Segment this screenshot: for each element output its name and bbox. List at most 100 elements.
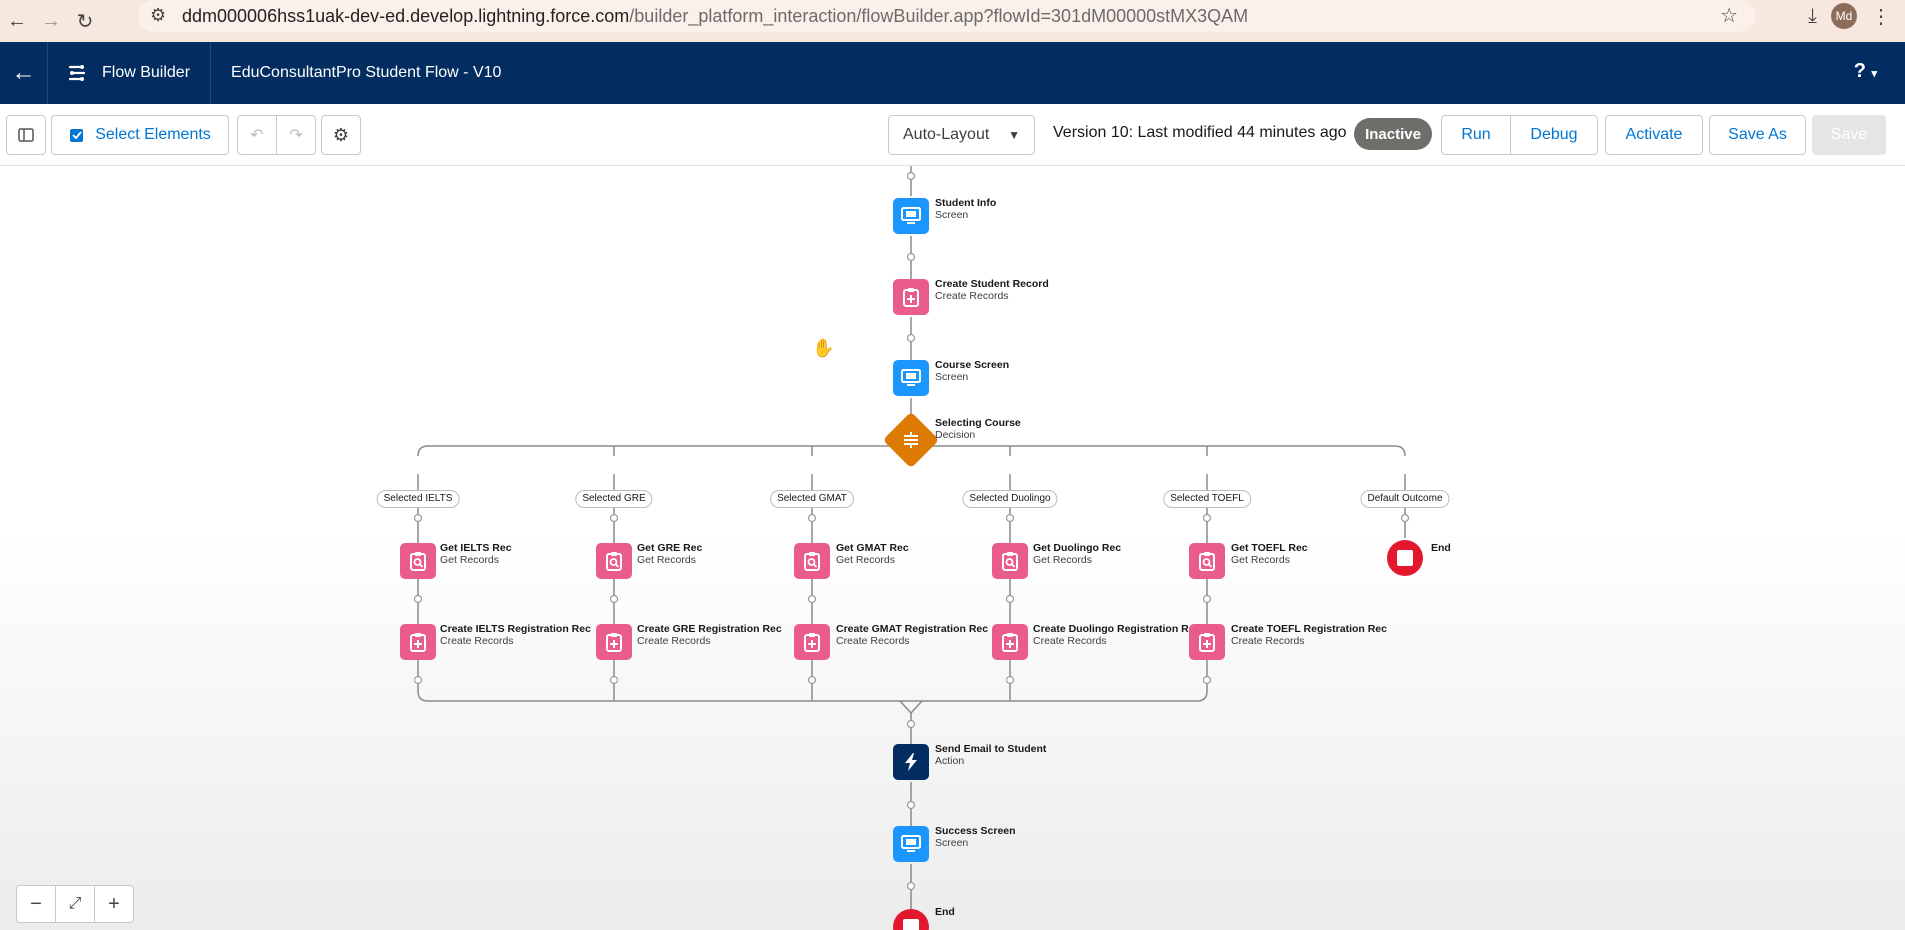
zoom-out-button[interactable]: − xyxy=(17,886,56,922)
gear-icon: ⚙ xyxy=(332,124,350,145)
fit-view-button[interactable]: ⤢ xyxy=(56,886,95,922)
site-settings-icon[interactable]: ⚙ xyxy=(150,5,166,26)
create-gmat-label: Create GMAT Registration Rec Create Recor… xyxy=(836,623,989,647)
debug-button[interactable]: Debug xyxy=(1510,115,1598,155)
get-gmat-label: Get GMAT Rec Get Records xyxy=(836,542,909,566)
toggle-panel-button[interactable] xyxy=(6,115,46,155)
create-toefl-label: Create TOEFL Registration Rec Create Reco… xyxy=(1231,623,1387,647)
select-elements-button[interactable]: Select Elements xyxy=(51,115,229,155)
create-duolingo-label: Create Duolingo Registration Rec Create R… xyxy=(1033,623,1201,647)
activate-label: Activate xyxy=(1625,126,1683,143)
send-email-node[interactable] xyxy=(893,744,929,780)
decision-icon xyxy=(904,432,918,448)
flow-canvas[interactable]: Student Info Screen Create Student Record… xyxy=(0,166,1905,930)
help-icon: ? xyxy=(1853,60,1866,82)
get-toefl-node[interactable] xyxy=(1189,543,1225,579)
outcome-toefl[interactable]: Selected TOEFL xyxy=(1163,490,1251,508)
default-end-label: End xyxy=(1431,542,1451,554)
outcome-gmat[interactable]: Selected GMAT xyxy=(770,490,854,508)
create-duolingo-node[interactable] xyxy=(992,624,1028,660)
create-student-record-node[interactable] xyxy=(893,279,929,315)
screen-icon xyxy=(901,207,921,224)
final-end-label: End xyxy=(935,906,955,918)
create-ielts-node[interactable] xyxy=(400,624,436,660)
get-records-icon xyxy=(606,552,622,571)
hand-cursor-icon: ✋ xyxy=(812,338,835,358)
zoom-in-button[interactable]: + xyxy=(95,886,133,922)
create-gmat-node[interactable] xyxy=(794,624,830,660)
create-toefl-node[interactable] xyxy=(1189,624,1225,660)
layout-value: Auto-Layout xyxy=(903,126,990,143)
toolbar: Select Elements ↶ ↷ ⚙ Auto-Layout ▼ Vers… xyxy=(0,104,1905,166)
save-button[interactable]: Save xyxy=(1812,115,1886,155)
save-label: Save xyxy=(1830,126,1868,143)
select-checkbox-icon xyxy=(70,129,84,142)
url-host: ddm000006hss1uak-dev-ed.develop.lightnin… xyxy=(182,5,630,26)
back-arrow-icon[interactable]: ← xyxy=(0,42,48,104)
student-info-node[interactable] xyxy=(893,198,929,234)
flow-builder-brand: Flow Builder xyxy=(48,42,212,104)
stop-icon xyxy=(903,919,919,930)
browser-bar: ← → ↻ ⚙ ddm000006hss1uak-dev-ed.develop.… xyxy=(0,0,1905,42)
save-as-label: Save As xyxy=(1728,126,1787,143)
flow-title: EduConsultantPro Student Flow - V10 xyxy=(231,64,502,81)
help-menu[interactable]: ? ▾ xyxy=(1854,60,1877,83)
create-records-icon xyxy=(410,633,426,652)
browser-forward-icon[interactable]: → xyxy=(34,4,68,38)
get-duolingo-node[interactable] xyxy=(992,543,1028,579)
get-records-icon xyxy=(804,552,820,571)
browser-reload-icon[interactable]: ↻ xyxy=(68,4,102,38)
redo-button[interactable]: ↷ xyxy=(276,115,316,155)
success-screen-label: Success Screen Screen xyxy=(935,825,1016,849)
create-gre-node[interactable] xyxy=(596,624,632,660)
get-gmat-node[interactable] xyxy=(794,543,830,579)
screen-icon xyxy=(901,835,921,852)
avatar[interactable]: Md xyxy=(1831,3,1857,29)
success-screen-node[interactable] xyxy=(893,826,929,862)
minus-icon: − xyxy=(30,892,42,915)
create-student-record-label: Create Student Record Create Records xyxy=(935,278,1049,302)
get-ielts-label: Get IELTS Rec Get Records xyxy=(440,542,512,566)
default-end-node[interactable] xyxy=(1387,540,1423,576)
download-icon[interactable]: ⤓ xyxy=(1808,5,1817,28)
browser-back-icon[interactable]: ← xyxy=(0,4,34,38)
app-header: ← Flow Builder EduConsultantPro Student … xyxy=(0,42,1905,104)
plus-icon: + xyxy=(108,892,120,915)
get-gre-node[interactable] xyxy=(596,543,632,579)
browser-menu-icon[interactable]: ⋮ xyxy=(1871,4,1891,29)
create-records-icon xyxy=(606,633,622,652)
get-gre-label: Get GRE Rec Get Records xyxy=(637,542,703,566)
undo-button[interactable]: ↶ xyxy=(237,115,277,155)
stop-icon xyxy=(1397,550,1413,566)
address-bar[interactable]: ⚙ ddm000006hss1uak-dev-ed.develop.lightn… xyxy=(138,0,1756,32)
run-button[interactable]: Run xyxy=(1441,115,1511,155)
activate-button[interactable]: Activate xyxy=(1605,115,1703,155)
outcome-ielts[interactable]: Selected IELTS xyxy=(376,490,460,508)
get-ielts-node[interactable] xyxy=(400,543,436,579)
create-records-icon xyxy=(1002,633,1018,652)
version-text: Version 10: Last modified 44 minutes ago xyxy=(1053,124,1347,141)
chevron-down-icon: ▼ xyxy=(1008,128,1020,142)
bookmark-star-icon[interactable]: ☆ xyxy=(1720,3,1738,28)
create-records-icon xyxy=(903,288,919,307)
undo-icon: ↶ xyxy=(250,127,264,144)
create-records-icon xyxy=(804,633,820,652)
layout-select[interactable]: Auto-Layout ▼ xyxy=(888,115,1035,155)
get-records-icon xyxy=(1199,552,1215,571)
send-email-label: Send Email to Student Action xyxy=(935,743,1047,767)
create-gre-label: Create GRE Registration Rec Create Record… xyxy=(637,623,782,647)
save-as-button[interactable]: Save As xyxy=(1709,115,1806,155)
create-records-icon xyxy=(1199,633,1215,652)
settings-button[interactable]: ⚙ xyxy=(321,115,361,155)
outcome-gre[interactable]: Selected GRE xyxy=(575,490,653,508)
outcome-duolingo[interactable]: Selected Duolingo xyxy=(962,490,1058,508)
status-badge: Inactive xyxy=(1354,118,1432,150)
course-screen-node[interactable] xyxy=(893,360,929,396)
outcome-default[interactable]: Default Outcome xyxy=(1360,490,1450,508)
lightning-bolt-icon xyxy=(905,753,917,771)
run-label: Run xyxy=(1461,126,1491,143)
select-elements-label: Select Elements xyxy=(95,126,211,143)
debug-label: Debug xyxy=(1530,126,1578,143)
expand-icon: ⤢ xyxy=(68,895,82,912)
panel-icon xyxy=(18,128,34,142)
